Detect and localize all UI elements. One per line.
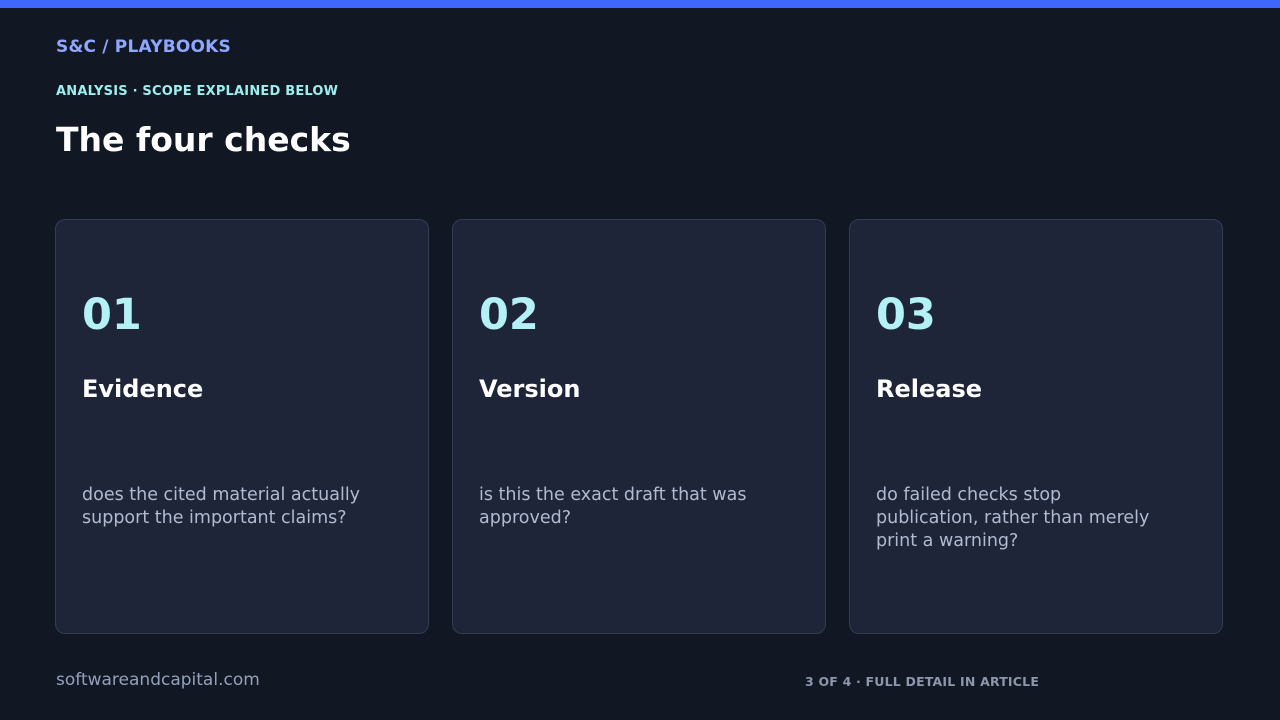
check-card-release: 03 Release do failed checks stop publica… xyxy=(849,219,1223,634)
top-accent-bar xyxy=(0,0,1280,8)
card-title: Release xyxy=(876,375,983,403)
card-title: Version xyxy=(479,375,581,403)
footer-progress-label: 3 OF 4 · FULL DETAIL IN ARTICLE xyxy=(805,674,1040,689)
card-number: 02 xyxy=(479,290,539,340)
card-description: is this the exact draft that was approve… xyxy=(479,485,747,528)
brand-label: S&C / PLAYBOOKS xyxy=(56,37,232,57)
card-title: Evidence xyxy=(82,375,204,403)
card-number: 03 xyxy=(876,290,936,340)
checks-card-grid: 01 Evidence does the cited material actu… xyxy=(55,219,1225,636)
card-number: 01 xyxy=(82,290,142,340)
check-card-evidence: 01 Evidence does the cited material actu… xyxy=(55,219,429,634)
card-description: do failed checks stop publication, rathe… xyxy=(876,485,1150,551)
footer-site-link[interactable]: softwareandcapital.com xyxy=(56,670,260,690)
card-description: does the cited material actually support… xyxy=(82,485,361,528)
eyebrow-label: ANALYSIS · SCOPE EXPLAINED BELOW xyxy=(56,84,339,99)
page-title: The four checks xyxy=(56,120,351,159)
check-card-version: 02 Version is this the exact draft that … xyxy=(452,219,826,634)
